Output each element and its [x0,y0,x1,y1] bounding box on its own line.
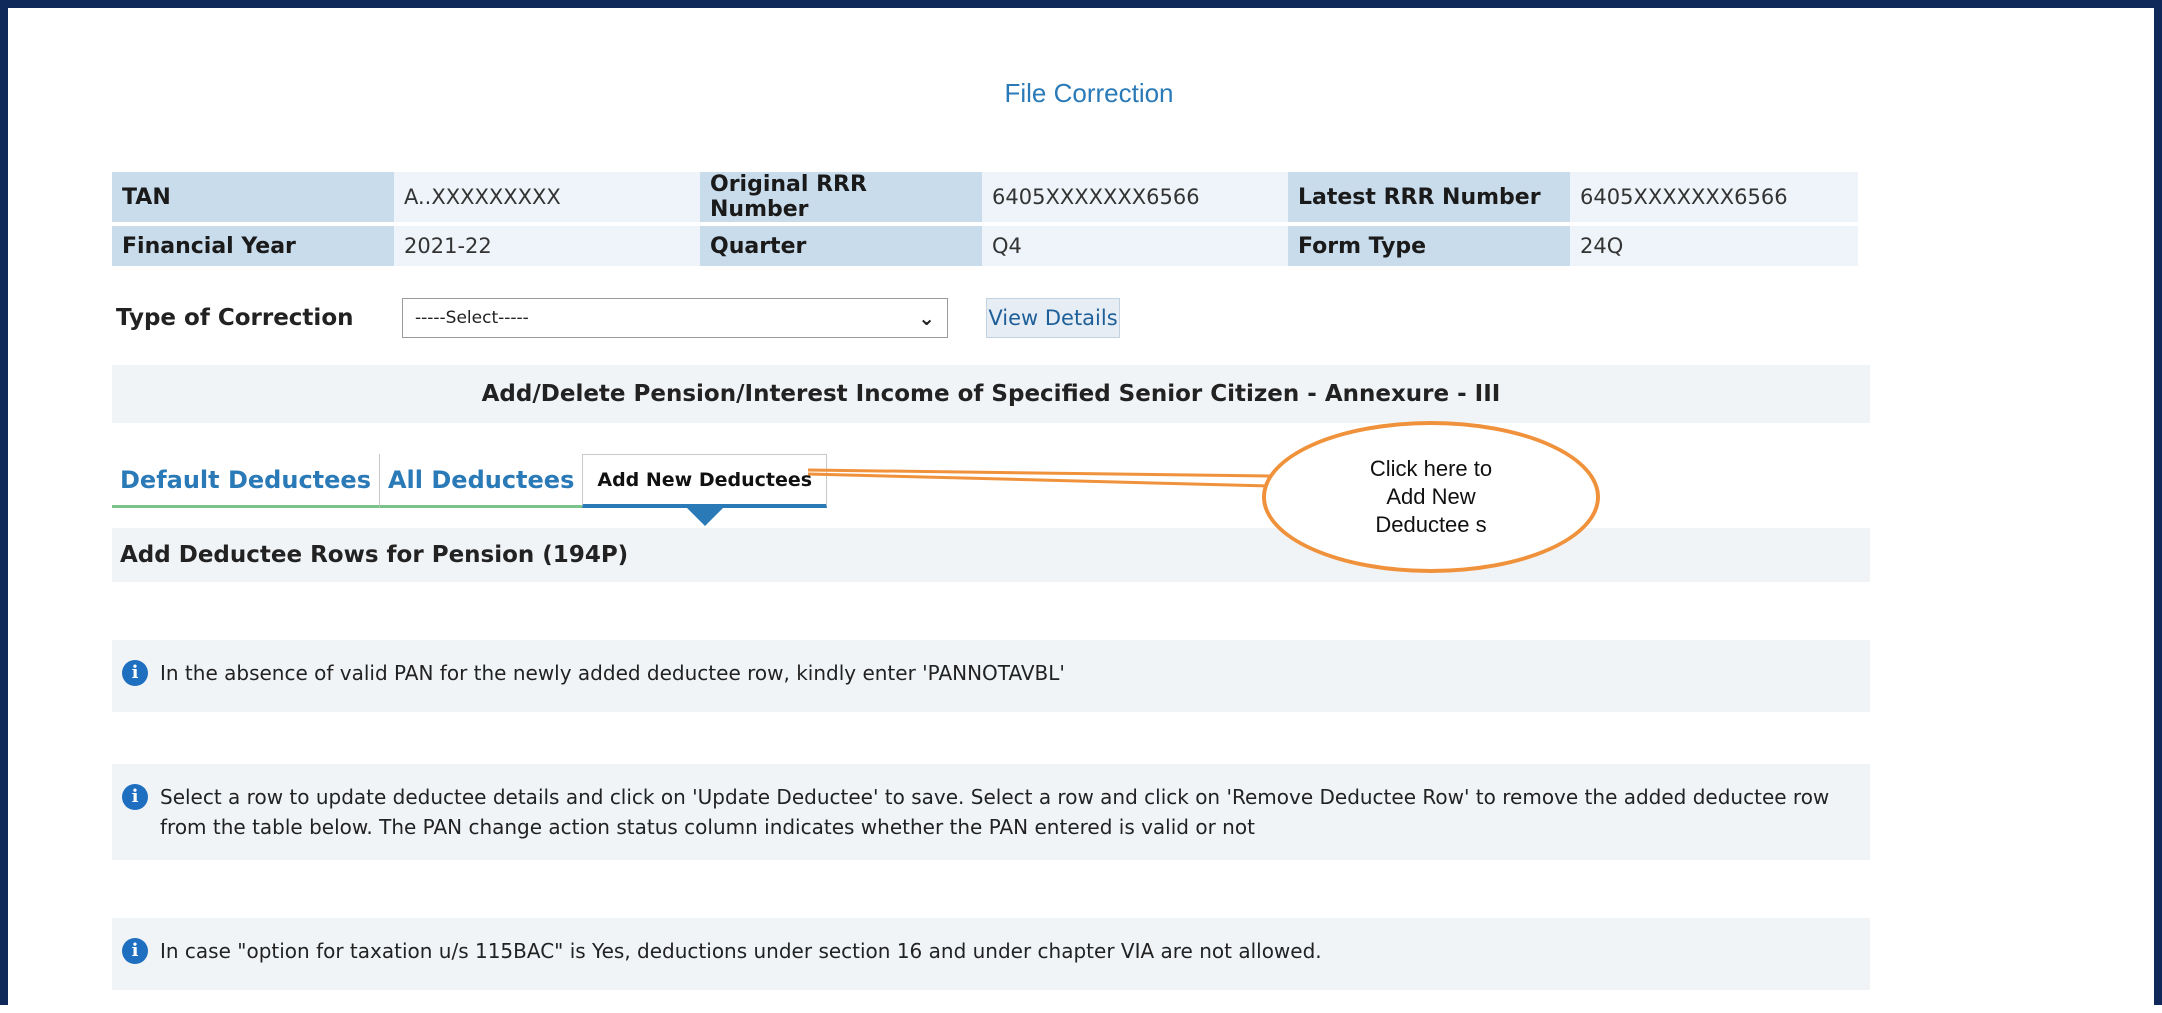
page-frame: File Correction TAN A..XXXXXXXXX Origina… [0,0,2162,1005]
callout-pointer [807,468,1271,488]
callout-text: Click here to Add New Deductee s [1369,456,1493,537]
callout-bubble: Click here to Add New Deductee s [1262,421,1600,573]
